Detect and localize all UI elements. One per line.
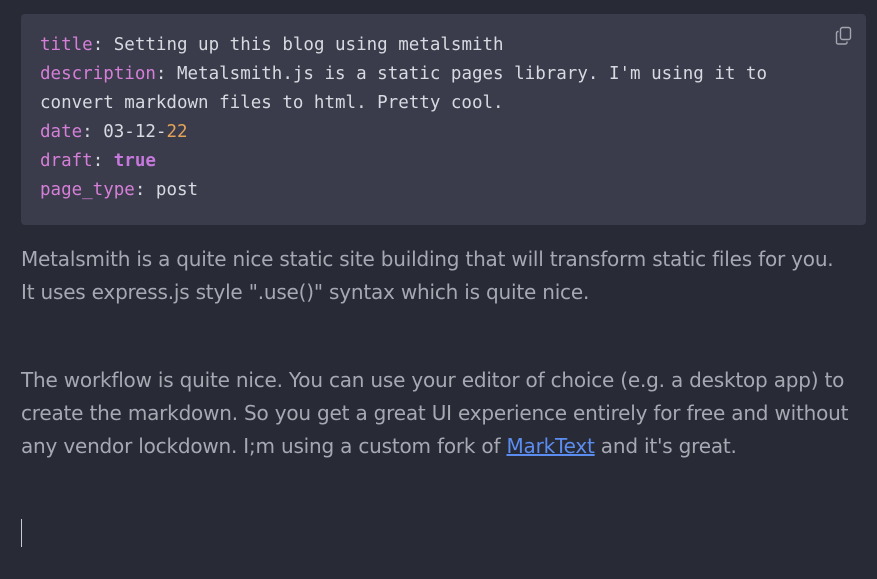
yaml-value: convert markdown files to html. Pretty c…: [40, 93, 504, 113]
copy-code-button[interactable]: [835, 26, 853, 46]
code-line-description: description: Metalsmith.js is a static p…: [40, 64, 767, 84]
code-line-description-continued: convert markdown files to html. Pretty c…: [40, 89, 504, 118]
yaml-value: post: [155, 180, 199, 200]
yaml-number: 22: [166, 122, 188, 142]
yaml-key: title: [40, 35, 93, 55]
yaml-key: page_type: [40, 180, 135, 200]
code-line-title: title: Setting up this blog using metals…: [40, 35, 504, 55]
markdown-editor[interactable]: title: Setting up this blog using metals…: [0, 0, 877, 579]
yaml-key: draft: [40, 151, 93, 171]
paragraph-intro[interactable]: Metalsmith is a quite nice static site b…: [21, 243, 851, 309]
yaml-value: Metalsmith.js is a static pages library.…: [176, 64, 767, 84]
code-line-draft: draft: true: [40, 151, 156, 171]
text-cursor: [21, 519, 22, 547]
yaml-key: description: [40, 64, 156, 84]
front-matter-code-block[interactable]: title: Setting up this blog using metals…: [21, 14, 866, 225]
yaml-boolean: true: [113, 151, 156, 171]
marktext-link[interactable]: MarkText: [506, 434, 594, 458]
paragraph-workflow[interactable]: The workflow is quite nice. You can use …: [21, 364, 851, 463]
yaml-value: 03-12-: [103, 122, 167, 142]
code-line-page-type: page_type: post: [40, 180, 199, 200]
yaml-value: Setting up this blog using metalsmith: [113, 35, 504, 55]
yaml-key: date: [40, 122, 83, 142]
copy-icon: [835, 26, 852, 45]
code-line-date: date: 03-12-22: [40, 122, 188, 142]
